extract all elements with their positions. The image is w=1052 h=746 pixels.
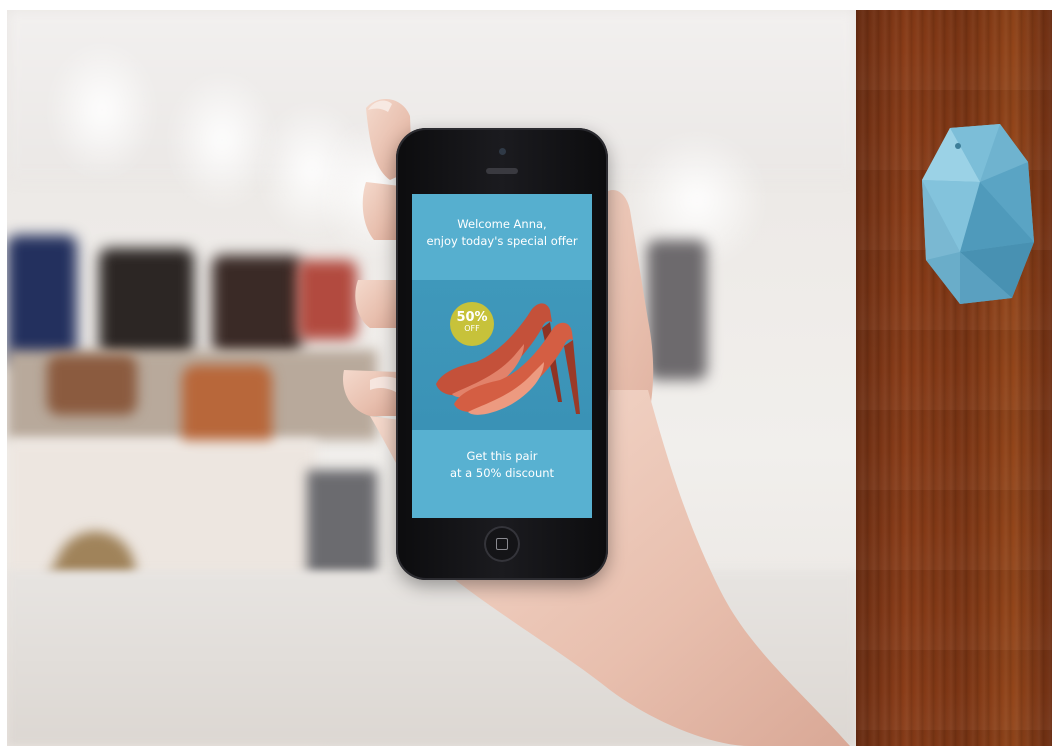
clothing-rack: [7, 235, 77, 365]
photo-scene: Welcome Anna, enjoy today's special offe…: [0, 0, 1052, 746]
smartphone: Welcome Anna, enjoy today's special offe…: [396, 128, 608, 580]
offer-line-1: Get this pair: [466, 449, 538, 463]
welcome-line-2: enjoy today's special offer: [426, 234, 578, 248]
beacon-device: [922, 124, 1034, 304]
phone-screen: Welcome Anna, enjoy today's special offe…: [412, 194, 592, 518]
clothing-rack: [99, 248, 194, 358]
wooden-wall-panel: [856, 10, 1052, 746]
discount-badge: 50% OFF: [450, 302, 494, 346]
offer-message: Get this pair at a 50% discount: [412, 448, 592, 482]
welcome-message: Welcome Anna, enjoy today's special offe…: [412, 216, 592, 250]
badge-percent: 50%: [456, 310, 488, 325]
handbag: [47, 355, 137, 415]
welcome-line-1: Welcome Anna,: [457, 217, 547, 231]
speaker-grille: [486, 168, 518, 174]
clothing-rack: [212, 255, 302, 355]
home-button-icon[interactable]: [484, 526, 520, 562]
badge-off-label: OFF: [464, 324, 480, 333]
front-camera-icon: [499, 148, 506, 155]
offer-line-2: at a 50% discount: [449, 466, 555, 480]
